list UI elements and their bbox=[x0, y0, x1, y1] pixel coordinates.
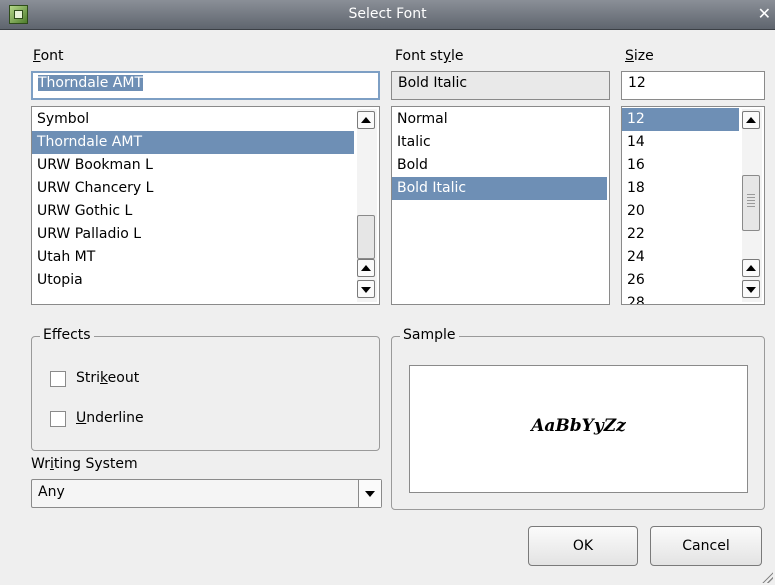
size-scroll-up-button[interactable] bbox=[742, 111, 760, 129]
underline-label-mnemonic: U bbox=[76, 410, 87, 426]
strikeout-label-rest: eout bbox=[107, 370, 140, 386]
font-style-label-mnemonic: y bbox=[442, 48, 452, 64]
style-list-item-bold-italic[interactable]: Bold Italic bbox=[392, 177, 607, 200]
select-font-dialog: Select Font ✕ Font Thorndale AMT Symbol … bbox=[0, 0, 775, 585]
arrow-up-icon bbox=[746, 265, 756, 271]
arrow-up-icon bbox=[746, 117, 756, 123]
font-style-list-items: Normal Italic Bold Bold Italic bbox=[392, 107, 609, 200]
grip-icon bbox=[747, 194, 755, 208]
underline-label[interactable]: Underline bbox=[76, 410, 144, 426]
writing-system-label: Writing System bbox=[31, 456, 138, 472]
style-list-item-normal[interactable]: Normal bbox=[392, 108, 609, 131]
font-list-scrollbar[interactable] bbox=[357, 109, 377, 302]
font-style-label: Font style bbox=[395, 48, 464, 64]
font-list-item-utopia[interactable]: Utopia bbox=[32, 269, 379, 292]
strikeout-label[interactable]: Strikeout bbox=[76, 370, 139, 386]
size-list-item-12[interactable]: 12 bbox=[622, 108, 739, 131]
size-list[interactable]: 12 14 16 18 20 22 24 26 28 bbox=[621, 106, 765, 305]
font-list-item-urw-gothic-l[interactable]: URW Gothic L bbox=[32, 200, 379, 223]
sample-preview: AaBbYyZz bbox=[409, 365, 748, 493]
font-list-item-urw-chancery-l[interactable]: URW Chancery L bbox=[32, 177, 379, 200]
font-scroll-up-button[interactable] bbox=[357, 111, 375, 129]
font-list-item-thorndale-amt[interactable]: Thorndale AMT bbox=[32, 131, 354, 154]
font-style-label-rest: le bbox=[451, 48, 464, 64]
writing-system-dropdown-button[interactable] bbox=[358, 480, 381, 507]
ok-button[interactable]: OK bbox=[528, 526, 638, 566]
chevron-down-icon bbox=[365, 491, 375, 497]
writing-system-label-rest: ting System bbox=[53, 456, 138, 472]
close-icon[interactable]: ✕ bbox=[758, 4, 771, 23]
underline-label-rest: nderline bbox=[86, 410, 144, 426]
sample-text: AaBbYyZz bbox=[531, 416, 626, 436]
size-scroll-up-button-2[interactable] bbox=[742, 259, 760, 277]
arrow-down-icon bbox=[361, 287, 371, 293]
font-style-list[interactable]: Normal Italic Bold Bold Italic bbox=[391, 106, 610, 305]
font-name-input[interactable]: Thorndale AMT bbox=[31, 71, 380, 100]
font-list-item-urw-palladio-l[interactable]: URW Palladio L bbox=[32, 223, 379, 246]
font-scroll-up-button-2[interactable] bbox=[357, 259, 375, 277]
size-scroll-down-button[interactable] bbox=[742, 280, 760, 298]
cancel-button[interactable]: Cancel bbox=[650, 526, 762, 566]
sample-label: Sample bbox=[400, 327, 459, 343]
arrow-up-icon bbox=[361, 265, 371, 271]
strikeout-checkbox[interactable] bbox=[50, 371, 66, 387]
writing-system-select[interactable]: Any bbox=[31, 479, 382, 508]
style-list-item-bold[interactable]: Bold bbox=[392, 154, 609, 177]
font-scroll-down-button[interactable] bbox=[357, 280, 375, 298]
writing-system-label-prefix: Wr bbox=[31, 456, 50, 472]
arrow-up-icon bbox=[361, 117, 371, 123]
size-input[interactable]: 12 bbox=[621, 71, 765, 100]
size-label: Size bbox=[625, 48, 654, 64]
strikeout-label-prefix: Stri bbox=[76, 370, 101, 386]
arrow-down-icon bbox=[746, 287, 756, 293]
font-list-item-symbol[interactable]: Symbol bbox=[32, 108, 379, 131]
font-list[interactable]: Symbol Thorndale AMT URW Bookman L URW C… bbox=[31, 106, 380, 305]
font-style-label-prefix: Font st bbox=[395, 48, 443, 64]
size-label-rest: ize bbox=[633, 48, 654, 64]
underline-checkbox[interactable] bbox=[50, 411, 66, 427]
effects-label: Effects bbox=[40, 327, 94, 343]
size-label-mnemonic: S bbox=[625, 48, 634, 64]
font-scroll-thumb[interactable] bbox=[357, 215, 375, 259]
size-list-scrollbar[interactable] bbox=[742, 109, 762, 302]
style-list-item-italic[interactable]: Italic bbox=[392, 131, 609, 154]
font-label: Font bbox=[33, 48, 64, 64]
font-list-item-utah-mt[interactable]: Utah MT bbox=[32, 246, 379, 269]
font-label-mnemonic: F bbox=[33, 48, 41, 64]
effects-group: Effects Strikeout Underline bbox=[31, 327, 380, 451]
strikeout-label-mnemonic: k bbox=[100, 370, 108, 386]
title-bar[interactable]: Select Font ✕ bbox=[0, 0, 775, 30]
font-name-input-text: Thorndale AMT bbox=[38, 75, 143, 91]
sample-group: Sample AaBbYyZz bbox=[391, 327, 765, 510]
font-label-rest: ont bbox=[40, 48, 64, 64]
writing-system-value: Any bbox=[38, 484, 65, 500]
font-list-items: Symbol Thorndale AMT URW Bookman L URW C… bbox=[32, 107, 379, 292]
resize-grip-icon[interactable] bbox=[761, 571, 773, 583]
size-scroll-thumb[interactable] bbox=[742, 175, 760, 231]
font-list-item-urw-bookman-l[interactable]: URW Bookman L bbox=[32, 154, 379, 177]
font-style-input[interactable]: Bold Italic bbox=[391, 71, 610, 100]
window-title: Select Font bbox=[348, 6, 427, 22]
